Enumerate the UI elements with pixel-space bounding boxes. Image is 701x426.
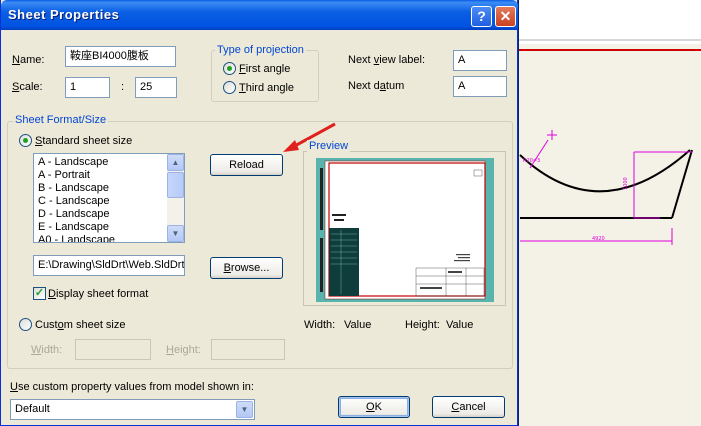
scroll-up-icon[interactable]: ▲ [167,154,184,171]
sheet-size-list[interactable]: A - Landscape A - Portrait B - Landscape… [33,153,185,243]
first-angle-label[interactable]: First angle [239,63,290,75]
projection-group [211,50,319,102]
list-item[interactable]: A - Portrait [38,169,90,181]
ok-button[interactable]: OK [338,396,410,418]
custom-size-radio[interactable] [19,318,32,331]
custom-property-value: Default [15,403,50,415]
width-dimension: 4920 [592,236,605,242]
list-item[interactable]: C - Landscape [38,195,110,207]
preview-title: Preview [307,140,351,152]
scale-separator: : [121,81,125,93]
preview-width-label: Width: [304,319,336,331]
scroll-down-icon[interactable]: ▼ [167,225,184,242]
custom-size-label[interactable]: Custom sheet size [35,319,126,331]
angle-dimension: R20=3 [523,158,540,164]
display-format-checkbox[interactable]: ✓ [33,287,46,300]
list-item[interactable]: E - Landscape [38,221,109,233]
scale-label: Scale: [12,81,43,93]
third-angle-label[interactable]: Third angle [239,82,294,94]
first-angle-radio[interactable] [223,62,236,75]
scale-denominator-input[interactable]: 25 [135,77,177,98]
format-path-input[interactable]: E:\Drawing\SldDrt\Web.SldDrt [33,255,185,276]
next-view-label: Next view label: [348,54,426,66]
list-scrollbar[interactable]: ▲ ▼ [167,154,184,242]
custom-property-combo[interactable]: Default ▼ [10,399,255,420]
scroll-thumb[interactable] [167,172,184,198]
standard-size-radio[interactable] [19,134,32,147]
browse-button[interactable]: Browse... [210,257,283,279]
list-item[interactable]: B - Landscape [38,182,109,194]
standard-size-label[interactable]: Standard sheet size [35,135,132,147]
next-datum-input[interactable]: A [453,76,507,97]
cancel-button[interactable]: Cancel [432,396,505,418]
preview-height-value: Value [446,319,474,331]
sheet-format-group-title: Sheet Format/Size [13,114,109,126]
preview-width-value: Value [344,319,372,331]
list-item[interactable]: A - Landscape [38,156,108,168]
list-item[interactable]: D - Landscape [38,208,110,220]
preview-height-label: Height: [405,319,440,331]
title-bar[interactable]: Sheet Properties ? ✕ [1,0,518,30]
chevron-down-icon[interactable]: ▼ [236,401,253,418]
list-item[interactable]: A0 - Landscape [38,234,115,242]
display-format-label[interactable]: Display sheet format [48,288,148,300]
next-datum-label: Next datum [348,80,405,92]
height-input[interactable] [211,339,285,360]
sheet-properties-dialog: Sheet Properties ? ✕ Name: 鞍座BI4000腹板 Sc… [0,0,518,426]
third-angle-radio[interactable] [223,81,236,94]
next-view-input[interactable]: A [453,50,507,71]
custom-property-label: Use custom property values from model sh… [10,381,254,393]
width-input[interactable] [75,339,151,360]
name-input[interactable]: 鞍座BI4000腹板 [65,46,176,67]
name-label: Name: [12,54,45,66]
help-button[interactable]: ? [471,6,492,27]
width-label: Width: [31,344,63,356]
preview-frame [303,151,506,306]
scale-numerator-input[interactable]: 1 [65,77,110,98]
projection-group-title: Type of projection [215,44,306,56]
dialog-title: Sheet Properties [8,7,120,22]
preview-image [316,158,494,302]
reload-button[interactable]: Reload [210,154,283,176]
height-dimension: 1000 [623,177,629,190]
close-button[interactable]: ✕ [495,6,516,27]
height-label: Height: [166,344,201,356]
